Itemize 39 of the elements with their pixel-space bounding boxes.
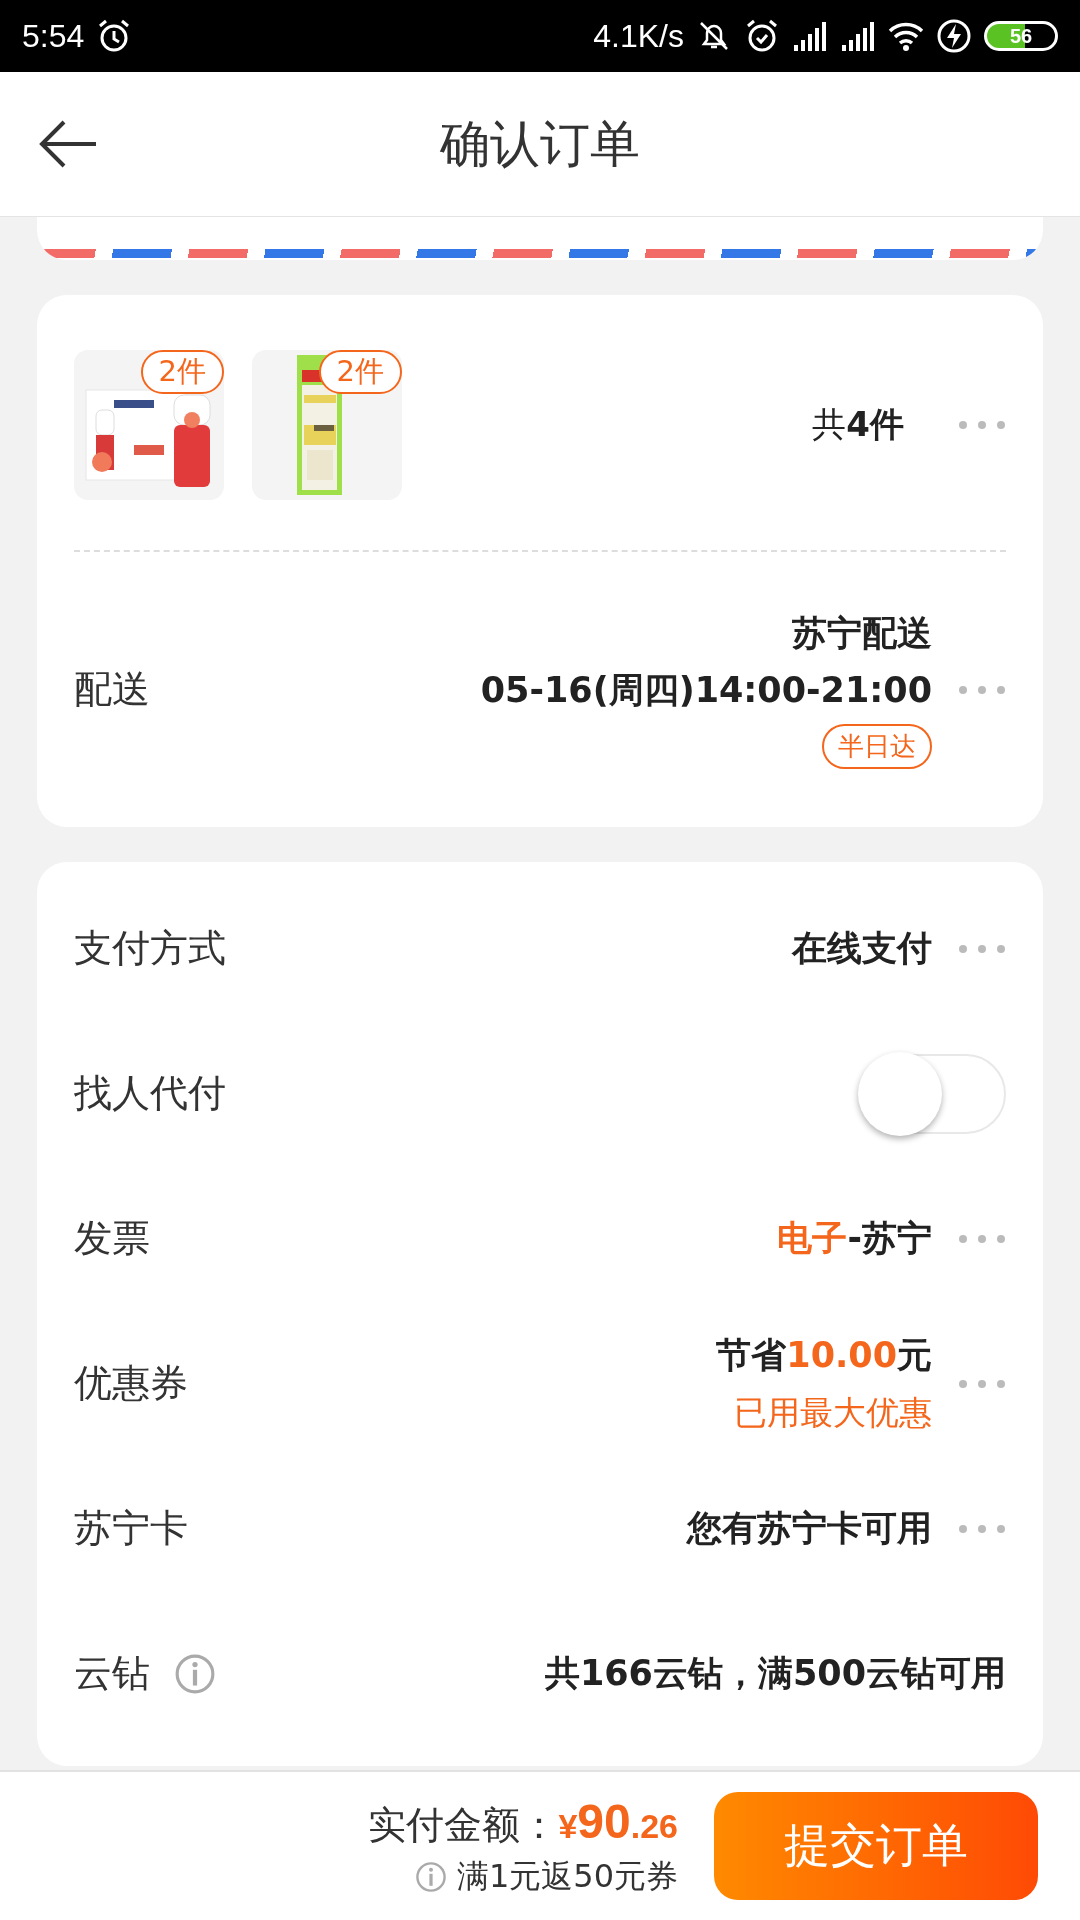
page-title: 确认订单 bbox=[440, 114, 640, 173]
status-time: 5:54 bbox=[22, 17, 85, 55]
option-label: 发票 bbox=[74, 1215, 151, 1262]
option-label: 找人代付 bbox=[74, 1070, 227, 1117]
submit-button[interactable]: 提交订单 bbox=[714, 1792, 1038, 1900]
network-speed: 4.1K/s bbox=[593, 17, 684, 55]
delivery-time: 05-16(周四)14:00-21:00 bbox=[480, 669, 932, 712]
back-icon[interactable] bbox=[38, 119, 98, 169]
option-value: 您有苏宁卡可用 bbox=[687, 1507, 932, 1550]
option-label: 云钻 bbox=[74, 1650, 150, 1697]
option-label: 支付方式 bbox=[74, 925, 227, 972]
more-icon[interactable] bbox=[958, 684, 1006, 695]
option-value: 共166云钻，满500云钻可用 bbox=[544, 1652, 1006, 1695]
item-count: 共4件 bbox=[812, 403, 904, 446]
option-label: 优惠券 bbox=[74, 1360, 189, 1407]
toggle-switch[interactable] bbox=[860, 1053, 1006, 1134]
promo-text: 满1元返50元券 bbox=[456, 1855, 678, 1897]
more-icon[interactable] bbox=[958, 1233, 1006, 1244]
coupon-note: 已用最大优惠 bbox=[734, 1391, 932, 1434]
option-value: 节省10.00元 bbox=[716, 1333, 932, 1377]
info-icon[interactable] bbox=[174, 1652, 216, 1695]
total-price: ¥90.26 bbox=[558, 1793, 678, 1849]
option-value: 在线支付 bbox=[792, 927, 932, 970]
more-icon[interactable] bbox=[958, 420, 1006, 430]
delivery-label: 配送 bbox=[74, 666, 151, 713]
delivery-badge: 半日达 bbox=[822, 724, 932, 769]
more-icon[interactable] bbox=[958, 1523, 1006, 1534]
delivery-carrier: 苏宁配送 bbox=[792, 612, 932, 655]
more-icon[interactable] bbox=[958, 943, 1006, 954]
option-label: 苏宁卡 bbox=[74, 1505, 189, 1552]
total-label: 实付金额： bbox=[368, 1801, 559, 1849]
charging-icon bbox=[936, 18, 972, 54]
quantity-badge: 2件 bbox=[318, 350, 402, 394]
info-icon[interactable] bbox=[414, 1860, 447, 1893]
option-value: 电子-苏宁 bbox=[777, 1217, 932, 1260]
quantity-badge: 2件 bbox=[140, 350, 224, 394]
address-card[interactable] bbox=[37, 217, 1043, 260]
more-icon[interactable] bbox=[958, 1378, 1006, 1389]
alarm-icon bbox=[744, 18, 780, 54]
